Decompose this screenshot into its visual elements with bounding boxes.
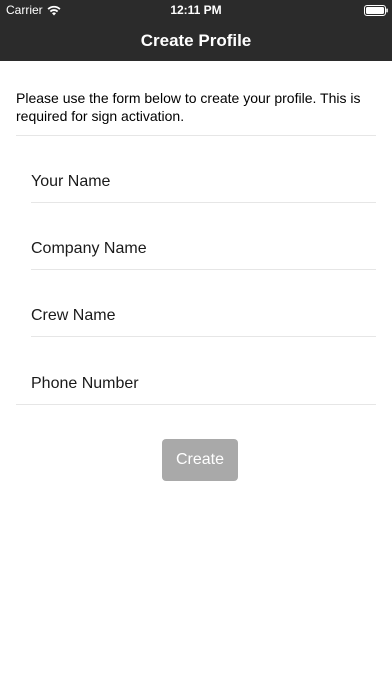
your-name-field-row [31, 136, 376, 203]
intro-text: Please use the form below to create your… [16, 90, 361, 124]
create-button[interactable]: Create [162, 439, 238, 481]
crew-name-field-row [31, 270, 376, 337]
battery-icon [364, 5, 388, 16]
crew-name-input[interactable] [31, 296, 376, 336]
company-name-input[interactable] [31, 229, 376, 269]
phone-number-field-row [16, 338, 376, 405]
field-separator [31, 336, 376, 337]
status-time: 12:11 PM [170, 3, 222, 17]
company-name-field-row [31, 203, 376, 270]
page-title: Create Profile [140, 30, 252, 50]
phone-number-input[interactable] [31, 364, 376, 404]
your-name-input[interactable] [31, 162, 376, 202]
navigation-bar: Create Profile [0, 20, 392, 61]
field-separator [16, 404, 376, 405]
status-bar: Carrier 12:11 PM [0, 0, 392, 20]
